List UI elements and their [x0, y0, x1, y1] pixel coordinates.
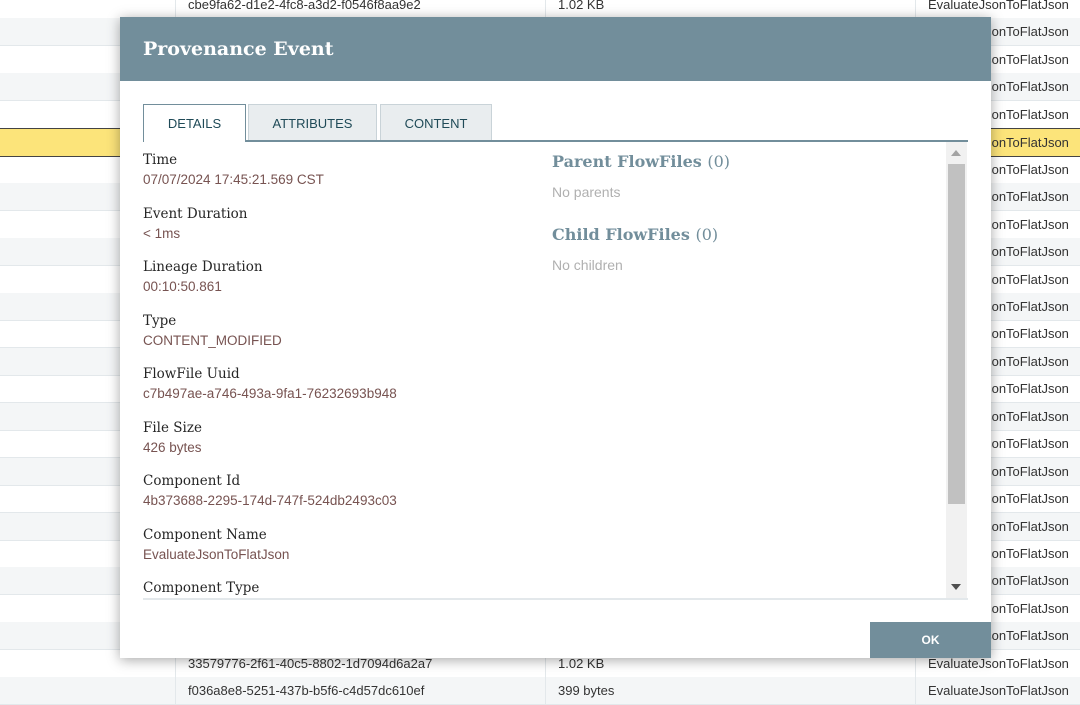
detail-value: 07/07/2024 17:45:21.569 CST — [143, 172, 324, 187]
detail-field: Event Duration < 1ms — [143, 206, 247, 241]
row-cell — [0, 0, 175, 18]
detail-field: Component Id 4b373688-2295-174d-747f-524d… — [143, 473, 397, 508]
heading-text: Parent FlowFiles — [552, 152, 702, 171]
detail-value: 426 bytes — [143, 439, 202, 455]
heading-text: Child FlowFiles — [552, 225, 690, 244]
detail-label: FlowFile Uuid — [143, 366, 240, 382]
detail-label: Time — [143, 152, 178, 168]
provenance-event-dialog: Provenance Event DETAILS ATTRIBUTES CONT… — [120, 17, 991, 658]
detail-label: Event Duration — [143, 205, 248, 222]
details-panel: Time 07/07/2024 17:45:21.569 CST Event Dur… — [143, 142, 968, 600]
parent-flowfiles-heading: Parent FlowFiles (0) — [552, 152, 730, 171]
count: (0) — [707, 152, 731, 171]
scroll-down-icon[interactable] — [951, 584, 961, 590]
no-children-text: No children — [552, 257, 623, 273]
dialog-title: Provenance Event — [120, 17, 991, 81]
flowfile-uuid-cell: f036a8e8-5251-437b-b5f6-c4d57dc610ef — [175, 677, 545, 705]
detail-field: Component Name EvaluateJsonToFlatJson — [143, 527, 289, 562]
tab-details[interactable]: DETAILS — [143, 104, 246, 142]
detail-value: EvaluateJsonToFlatJson — [143, 546, 290, 562]
detail-field: Component Type — [143, 580, 260, 598]
detail-value: < 1ms — [143, 225, 181, 241]
component-name-cell: EvaluateJsonToFlatJson — [915, 677, 1080, 705]
detail-label: Lineage Duration — [143, 259, 263, 275]
detail-label: Type — [143, 312, 177, 329]
ok-button[interactable]: OK — [870, 622, 991, 658]
tab-bar: DETAILS ATTRIBUTES CONTENT — [143, 104, 968, 142]
detail-value: c7b497ae-a746-493a-9fa1-76232693b948 — [143, 386, 397, 401]
detail-label: Component Name — [143, 526, 267, 543]
no-parents-text: No parents — [552, 184, 621, 200]
flowfile-uuid-cell: cbe9fa62-d1e2-4fc8-a3d2-f0546f8aa9e2 — [175, 0, 545, 18]
detail-field: Type CONTENT_MODIFIED — [143, 313, 282, 348]
count: (0) — [695, 225, 719, 244]
row-cell — [0, 677, 175, 704]
detail-label: Component Type — [143, 580, 260, 596]
detail-label: Component Id — [143, 473, 241, 489]
scrollbar-thumb[interactable] — [948, 164, 965, 504]
child-flowfiles-heading: Child FlowFiles (0) — [552, 225, 718, 244]
table-row[interactable]: f036a8e8-5251-437b-b5f6-c4d57dc610ef 399 … — [0, 677, 1080, 705]
detail-value: 00:10:50.861 — [143, 279, 222, 294]
file-size-cell: 1.02 KB — [545, 0, 915, 18]
detail-field: Lineage Duration 00:10:50.861 — [143, 259, 263, 294]
detail-value: 4b373688-2295-174d-747f-524db2493c03 — [143, 493, 397, 508]
detail-value: CONTENT_MODIFIED — [143, 332, 282, 348]
file-size-cell: 399 bytes — [545, 677, 915, 705]
tab-attributes[interactable]: ATTRIBUTES — [248, 104, 377, 140]
scroll-up-icon[interactable] — [951, 150, 961, 156]
detail-label: File Size — [143, 419, 202, 436]
detail-field: File Size 426 bytes — [143, 420, 202, 455]
detail-field: FlowFile Uuid c7b497ae-a746-493a-9fa1-762… — [143, 366, 397, 401]
detail-field: Time 07/07/2024 17:45:21.569 CST — [143, 152, 324, 187]
component-name-cell: EvaluateJsonToFlatJson — [915, 0, 1080, 18]
tab-content[interactable]: CONTENT — [380, 104, 492, 140]
scrollbar[interactable] — [946, 142, 967, 598]
